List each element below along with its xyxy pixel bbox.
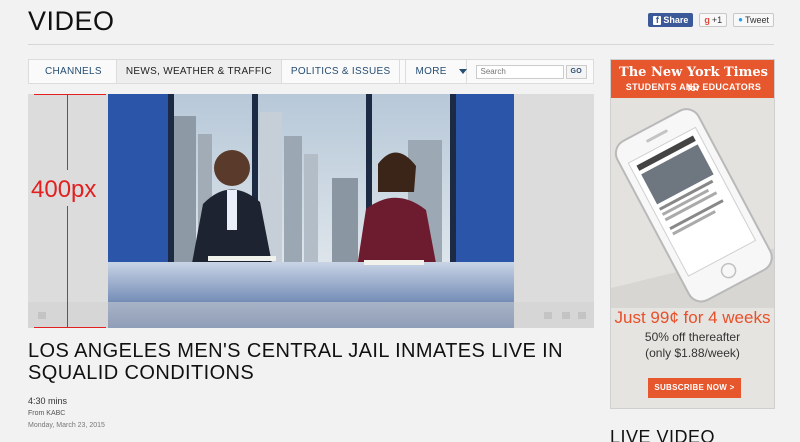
facebook-icon: f <box>653 15 662 25</box>
header-divider <box>28 44 774 45</box>
dimension-bottom-tick <box>34 327 106 328</box>
tweet-button[interactable]: ● Tweet <box>733 13 774 27</box>
subscribe-now-button[interactable]: SUBSCRIBE NOW > <box>648 378 741 398</box>
facebook-share-button[interactable]: f Share <box>648 13 694 27</box>
dimension-top-tick <box>34 94 106 95</box>
tweet-label: Tweet <box>744 15 769 25</box>
phone-image <box>611 98 774 308</box>
tab-channels[interactable]: CHANNELS <box>29 60 117 83</box>
dimension-line-lower <box>67 206 68 327</box>
live-video-heading: LIVE VIDEO <box>610 427 716 442</box>
settings-icon[interactable] <box>562 312 570 319</box>
dimension-line-upper <box>67 94 68 170</box>
video-duration: 4:30 mins <box>28 396 68 406</box>
player-controls-bar <box>28 302 594 328</box>
ad-header: The New York Times for STUDENTS AND EDUC… <box>611 60 774 98</box>
ad-offer: Just 99¢ for 4 weeks <box>614 308 771 327</box>
captions-icon[interactable] <box>544 312 552 319</box>
tab-news-weather-traffic[interactable]: NEWS, WEATHER & TRAFFIC <box>116 60 282 83</box>
search-go-button[interactable]: GO <box>565 64 587 79</box>
video-player[interactable] <box>28 94 594 328</box>
google-plus-icon: g <box>704 15 710 25</box>
ad-brand-name: The New York Times <box>619 65 768 80</box>
page-title: VIDEO <box>28 6 115 36</box>
search-input[interactable] <box>475 64 564 79</box>
google-plus-label: +1 <box>711 15 723 25</box>
facebook-share-label: Share <box>663 15 689 25</box>
more-dropdown[interactable]: MORE <box>404 60 467 83</box>
ad-price-text: (only $1.88/week) <box>645 346 740 360</box>
video-date: Monday, March 23, 2015 <box>28 422 105 429</box>
share-buttons: f Share g +1 ● Tweet <box>648 13 774 27</box>
video-frame[interactable] <box>108 94 514 328</box>
more-label: MORE <box>415 66 447 77</box>
nyt-advertisement[interactable]: The New York Times for STUDENTS AND EDUC… <box>610 59 775 409</box>
play-icon[interactable] <box>38 312 46 319</box>
video-source: From KABC <box>28 410 66 417</box>
twitter-bird-icon: ● <box>738 15 743 24</box>
video-nav-bar: CHANNELS NEWS, WEATHER & TRAFFIC POLITIC… <box>28 59 594 84</box>
chevron-down-icon <box>458 69 467 74</box>
ad-discount-text: 50% off thereafter <box>644 330 741 344</box>
video-headline: LOS ANGELES MEN'S CENTRAL JAIL INMATES L… <box>28 340 563 384</box>
tab-politics-issues[interactable]: POLITICS & ISSUES <box>282 60 401 83</box>
ad-subtitle: STUDENTS AND EDUCATORS <box>625 82 762 92</box>
google-plus-button[interactable]: g +1 <box>699 13 728 27</box>
search-form: GO <box>467 60 594 83</box>
news-anchors-image <box>108 94 514 328</box>
fullscreen-icon[interactable] <box>578 312 586 319</box>
dimension-label: 400px <box>31 176 97 203</box>
